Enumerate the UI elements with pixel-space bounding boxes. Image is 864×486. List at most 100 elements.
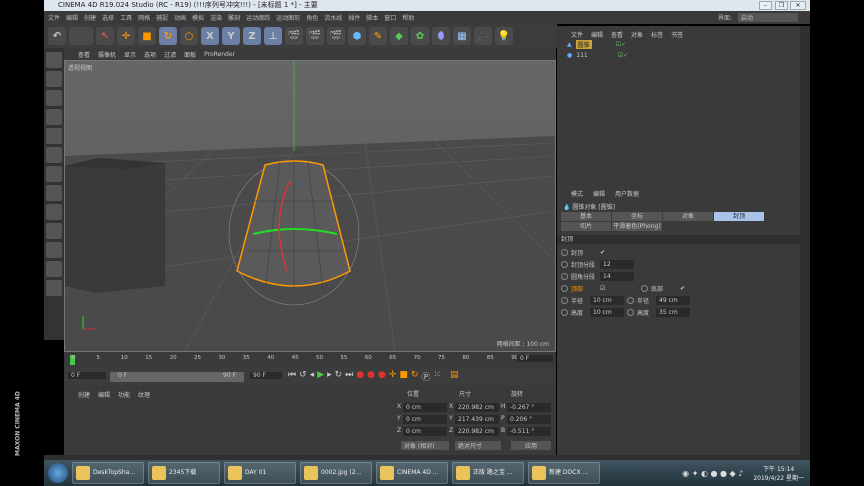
- menu-plugins[interactable]: 插件: [348, 13, 360, 22]
- vp-menu-view[interactable]: 查看: [78, 50, 90, 59]
- position-field[interactable]: 0 cm: [403, 427, 447, 436]
- taskbar-item[interactable]: 2345下载: [148, 462, 220, 484]
- record-icon[interactable]: ●: [356, 370, 364, 383]
- timeline-window-icon[interactable]: ▤: [450, 370, 459, 383]
- menu-snap[interactable]: 捕捉: [156, 13, 168, 22]
- grid-icon[interactable]: [46, 280, 62, 296]
- go-to-start-icon[interactable]: ⏮: [288, 370, 296, 383]
- menu-script[interactable]: 脚本: [366, 13, 378, 22]
- tray-icons[interactable]: ◉ ✦ ◐ ● ● ◆ ♪: [682, 469, 743, 478]
- mat-menu-texture[interactable]: 纹理: [138, 390, 150, 399]
- mat-menu-function[interactable]: 功能: [118, 390, 130, 399]
- size-mode-select[interactable]: 绝对尺寸: [455, 441, 501, 450]
- visibility-check-icon[interactable]: ☑✓: [618, 52, 628, 59]
- coordinate-system-icon[interactable]: ⊥: [264, 27, 282, 45]
- key-pla-icon[interactable]: ⁙: [434, 370, 442, 383]
- bottom-height-input[interactable]: 35 cm: [656, 307, 690, 317]
- key-param-icon[interactable]: Ⓟ: [421, 370, 430, 383]
- object-name[interactable]: 圆锥: [575, 40, 592, 49]
- tab-caps[interactable]: 封顶: [714, 212, 764, 221]
- make-editable-icon[interactable]: [46, 52, 62, 68]
- top-checkbox[interactable]: ☑: [600, 285, 638, 292]
- cap-segments-input[interactable]: 12: [600, 259, 634, 269]
- subdivision-icon[interactable]: ◆: [390, 27, 408, 45]
- menu-help[interactable]: 帮助: [402, 13, 414, 22]
- size-field[interactable]: 220.982 cm: [455, 403, 499, 412]
- am-menu-userdata[interactable]: 用户数据: [615, 189, 639, 198]
- key-scale-icon[interactable]: ■: [399, 370, 408, 383]
- magnet-icon[interactable]: [46, 242, 62, 258]
- mat-menu-edit[interactable]: 编辑: [98, 390, 110, 399]
- menu-motion-tracker[interactable]: 运动跟踪: [246, 13, 270, 22]
- redo-icon[interactable]: [69, 27, 93, 45]
- menu-tools[interactable]: 工具: [120, 13, 132, 22]
- bottom-checkbox[interactable]: ✔: [680, 285, 685, 292]
- rotate-icon[interactable]: ↻: [159, 27, 177, 45]
- undo-icon[interactable]: ↶: [48, 27, 66, 45]
- end-frame-field[interactable]: 90 F: [250, 372, 282, 379]
- coord-mode-select[interactable]: 对象 (相对): [401, 441, 449, 450]
- prev-frame-icon[interactable]: ◂: [310, 370, 315, 383]
- menu-render[interactable]: 渲染: [210, 13, 222, 22]
- range-slider[interactable]: 0 F 90 F: [110, 372, 244, 382]
- menu-animate[interactable]: 动画: [174, 13, 186, 22]
- lock-icon[interactable]: [46, 261, 62, 277]
- tweak-icon[interactable]: [46, 204, 62, 220]
- select-icon[interactable]: ↖: [96, 27, 114, 45]
- cloner-icon[interactable]: ✿: [411, 27, 429, 45]
- model-mode-icon[interactable]: [46, 71, 62, 87]
- vp-menu-prorender[interactable]: ProRender: [204, 51, 235, 58]
- recent-tool-icon[interactable]: ○: [180, 27, 198, 45]
- vp-menu-options[interactable]: 选项: [144, 50, 156, 59]
- vp-menu-display[interactable]: 显示: [124, 50, 136, 59]
- om-menu-edit[interactable]: 编辑: [591, 30, 603, 39]
- rotation-field[interactable]: 0.206 °: [507, 415, 551, 424]
- anim-dot[interactable]: [561, 260, 568, 268]
- menu-edit[interactable]: 编辑: [66, 13, 78, 22]
- object-row[interactable]: ▲ 圆锥 ☑✓: [557, 39, 800, 50]
- om-menu-bookmarks[interactable]: 书签: [671, 30, 683, 39]
- texture-mode-icon[interactable]: [46, 90, 62, 106]
- go-to-end-icon[interactable]: ⏭: [345, 370, 353, 383]
- render-settings-icon[interactable]: 🎬: [327, 27, 345, 45]
- anim-dot[interactable]: [561, 308, 568, 316]
- caps-checkbox[interactable]: ✔: [600, 249, 605, 256]
- play-icon[interactable]: ▶: [317, 370, 324, 383]
- next-frame-icon[interactable]: ▸: [327, 370, 332, 383]
- anim-dot[interactable]: [561, 296, 568, 304]
- light-icon[interactable]: 💡: [495, 27, 513, 45]
- taskbar-item[interactable]: DeskTopSha...: [72, 462, 144, 484]
- tab-basic[interactable]: 基本: [561, 212, 611, 221]
- top-radius-input[interactable]: 10 cm: [590, 295, 624, 305]
- z-axis-button[interactable]: Z: [243, 27, 261, 45]
- menu-mesh[interactable]: 网格: [138, 13, 150, 22]
- top-height-input[interactable]: 10 cm: [590, 307, 624, 317]
- side-tab-strip[interactable]: [800, 26, 810, 455]
- vp-menu-camera[interactable]: 摄像机: [98, 50, 116, 59]
- menu-file[interactable]: 文件: [48, 13, 60, 22]
- visibility-check-icon[interactable]: ☑✓: [616, 41, 626, 48]
- scale-icon[interactable]: ■: [138, 27, 156, 45]
- edges-mode-icon[interactable]: [46, 147, 62, 163]
- deformer-icon[interactable]: ⬮: [432, 27, 450, 45]
- anim-dot[interactable]: [627, 308, 634, 316]
- minimize-button[interactable]: –: [759, 1, 772, 10]
- close-button[interactable]: ✕: [790, 1, 806, 10]
- menu-character[interactable]: 角色: [306, 13, 318, 22]
- perspective-viewport[interactable]: 透视视图 网格间距 : 100 cm: [64, 60, 556, 352]
- menu-simulate[interactable]: 模拟: [192, 13, 204, 22]
- timeline-ruler[interactable]: 0 5 10 15 20 25 30 35 40 45 50 55 60 65 70 75 80 85 90 0 F: [64, 352, 556, 368]
- om-menu-objects[interactable]: 对象: [631, 30, 643, 39]
- render-picture-viewer-icon[interactable]: 🎬: [306, 27, 324, 45]
- next-key-icon[interactable]: ↻: [335, 370, 343, 383]
- snap-icon[interactable]: [46, 223, 62, 239]
- mat-menu-create[interactable]: 创建: [78, 390, 90, 399]
- render-view-icon[interactable]: 🎬: [285, 27, 303, 45]
- om-menu-view[interactable]: 查看: [611, 30, 623, 39]
- taskbar-item[interactable]: 0002.jpg (2...: [300, 462, 372, 484]
- size-field[interactable]: 217.439 cm: [455, 415, 499, 424]
- tab-coord[interactable]: 坐标: [612, 212, 662, 221]
- key-position-icon[interactable]: ✛: [389, 370, 397, 383]
- move-icon[interactable]: ✛: [117, 27, 135, 45]
- y-axis-button[interactable]: Y: [222, 27, 240, 45]
